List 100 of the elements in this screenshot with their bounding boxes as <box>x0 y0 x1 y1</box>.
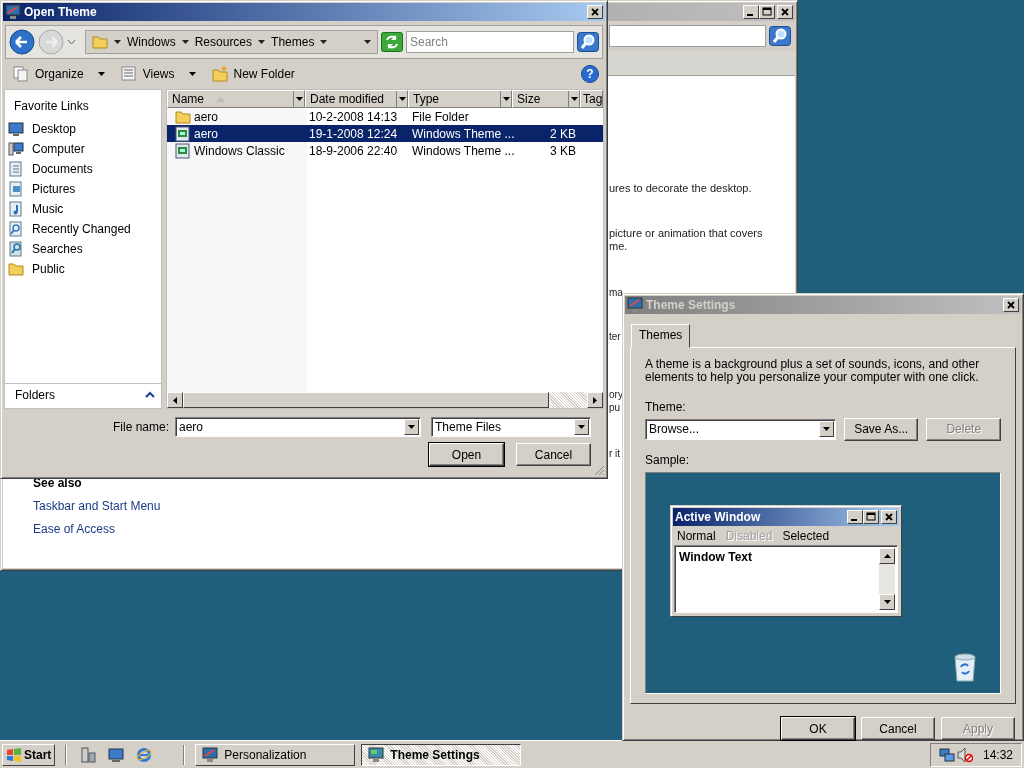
search-button[interactable] <box>577 32 599 52</box>
file-type-dropdown[interactable]: Theme Files <box>431 417 591 437</box>
down-arrow-icon <box>883 599 891 604</box>
favorite-link[interactable]: Computer <box>5 139 161 159</box>
dialog-button[interactable]: Open <box>429 443 504 466</box>
table-cell-text: 3 KB <box>549 142 577 159</box>
monitor-icon <box>5 4 21 20</box>
close-icon <box>1006 299 1016 310</box>
favorite-link[interactable]: Recently Changed <box>5 219 161 239</box>
table-cell-text: File Folder <box>411 108 470 125</box>
taskbar-button[interactable]: Personalization <box>195 743 356 766</box>
refresh-button[interactable] <box>381 32 403 52</box>
field-label: File name: <box>112 420 169 434</box>
start-button[interactable]: Start <box>2 743 56 766</box>
server-icon[interactable] <box>80 746 97 763</box>
monitor-icon <box>8 121 24 137</box>
music-note-icon <box>8 201 24 217</box>
favorite-link[interactable]: Searches <box>5 239 161 259</box>
windows-flag-icon <box>6 747 22 762</box>
file-row[interactable]: Windows Classic 18-9-2006 22:40 Windows Theme ... 3 KB <box>167 142 603 159</box>
text-fragment: me. <box>609 240 628 253</box>
column-header[interactable]: Name <box>167 90 305 108</box>
maximize-icon <box>762 7 772 17</box>
file-row[interactable]: aero 19-1-2008 12:24 Windows Theme ... 2 KB <box>167 125 603 142</box>
caret-icon[interactable] <box>114 40 121 44</box>
link[interactable]: Taskbar and Start Menu <box>33 499 161 513</box>
caret-icon <box>578 425 585 429</box>
clock: 14:32 <box>982 747 1013 762</box>
up-arrow-icon <box>883 553 891 558</box>
text-fragment: picture or animation that covers <box>609 227 763 240</box>
new-folder-button[interactable]: New Folder <box>207 64 299 84</box>
help-button[interactable]: ? <box>581 65 599 83</box>
file-row[interactable]: aero 10-2-2008 14:13 File Folder <box>167 108 603 125</box>
favorite-link[interactable]: Desktop <box>5 119 161 139</box>
favorite-link[interactable]: Music <box>5 199 161 219</box>
browser-icon[interactable] <box>136 746 153 763</box>
dialog-button[interactable]: Cancel <box>861 717 935 740</box>
breadcrumb-item[interactable]: Themes <box>271 35 315 49</box>
folders-toggle[interactable]: Folders <box>5 383 161 406</box>
column-header[interactable]: Type <box>408 90 512 108</box>
link[interactable]: Ease of Access <box>33 522 116 536</box>
favorite-link[interactable]: Pictures <box>5 179 161 199</box>
network-icon[interactable] <box>938 746 955 763</box>
search-field[interactable]: Search <box>406 31 574 53</box>
favorite-link[interactable]: Documents <box>5 159 161 179</box>
theme-dropdown[interactable]: Browse... <box>645 418 836 440</box>
file-name: aero <box>194 126 219 141</box>
document-search-icon <box>8 221 24 237</box>
caret-icon <box>295 97 303 101</box>
dialog-button[interactable]: Save As... <box>843 417 919 441</box>
dropdown-button[interactable] <box>500 91 511 107</box>
field-label: Sample: <box>645 452 691 467</box>
caret-icon[interactable] <box>258 40 266 44</box>
breadcrumb-item[interactable]: Windows <box>127 35 176 49</box>
minimize-icon <box>747 14 753 16</box>
taskbar-button[interactable]: Theme Settings <box>361 743 522 766</box>
monitor-icon <box>202 746 219 763</box>
close-button[interactable] <box>587 5 603 19</box>
caret-icon[interactable] <box>181 40 189 44</box>
caret-icon[interactable] <box>320 40 328 44</box>
scroll-thumb[interactable] <box>183 392 549 408</box>
picture-icon <box>8 181 24 197</box>
file-name-field[interactable]: aero <box>175 417 421 437</box>
text-fragment: ures to decorate the desktop. <box>609 182 752 195</box>
description-text: A theme is a background plus a set of sounds, icons, and other elements to help you personalize your computer with one click. <box>645 357 981 384</box>
monitor-icon[interactable] <box>108 746 125 763</box>
tab[interactable]: Themes <box>631 323 691 348</box>
sample-text: Window Text <box>678 548 753 566</box>
favorite-link[interactable]: Public <box>5 259 161 279</box>
search-field[interactable] <box>609 25 766 47</box>
table-cell-text: Windows Theme ... <box>411 125 512 142</box>
breadcrumb-item[interactable]: Resources <box>194 35 253 49</box>
file-name: Windows Classic <box>194 143 285 158</box>
search-button[interactable] <box>769 26 791 46</box>
caret-icon[interactable] <box>364 40 371 44</box>
column-header[interactable]: Date modified <box>305 90 408 108</box>
volume-muted-icon[interactable] <box>956 746 973 763</box>
back-button[interactable] <box>9 29 35 55</box>
sort-arrow-icon <box>216 96 225 102</box>
dropdown-button[interactable] <box>396 91 407 107</box>
computer-icon <box>8 141 24 157</box>
dialog-button[interactable]: Cancel <box>516 443 591 466</box>
search-folder-icon <box>8 241 24 257</box>
theme-file-icon <box>175 125 191 142</box>
table-cell-text: 19-1-2008 12:24 <box>308 125 399 142</box>
scrollbar[interactable] <box>167 392 603 408</box>
dialog-button[interactable]: OK <box>781 717 855 740</box>
field-label: Theme: <box>645 399 687 414</box>
right-arrow-icon <box>593 396 597 404</box>
minimize-icon <box>851 518 857 521</box>
menu-button[interactable]: Organize <box>9 64 109 84</box>
dropdown-button[interactable] <box>568 91 579 107</box>
text-fragment: ter <box>609 330 621 343</box>
caret-icon <box>398 97 406 101</box>
text-fragment: pu <box>609 401 621 414</box>
column-header[interactable]: Tag <box>580 90 603 108</box>
column-header[interactable]: Size <box>512 90 580 108</box>
menu-button[interactable]: Views <box>116 64 200 84</box>
dropdown-button[interactable] <box>293 91 304 107</box>
address-bar[interactable]: Windows Resources Themes <box>85 30 378 54</box>
